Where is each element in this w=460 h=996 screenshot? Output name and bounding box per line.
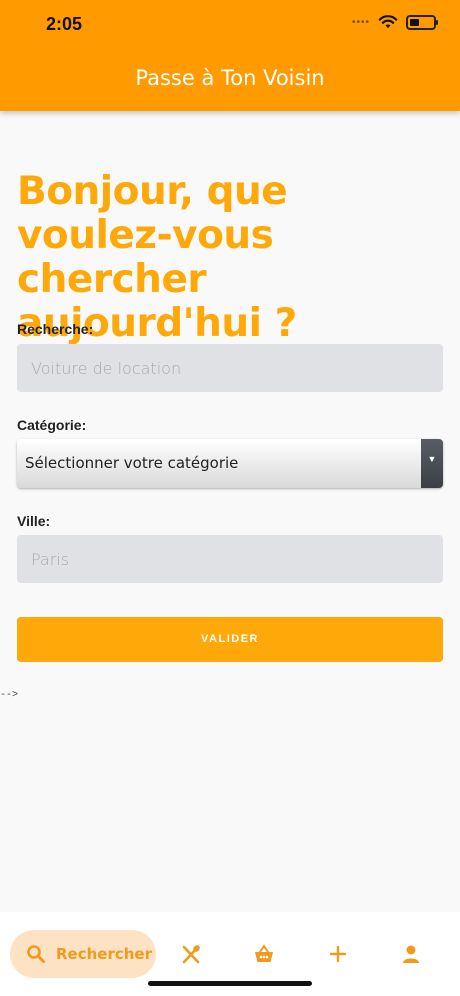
signal-icon: •••• xyxy=(351,16,370,28)
tab-rechercher-label: Rechercher xyxy=(56,945,153,963)
plus-icon xyxy=(329,945,347,963)
status-time: 2:05 xyxy=(46,14,83,34)
tab-add[interactable] xyxy=(314,930,362,978)
basket-icon xyxy=(255,944,273,962)
tab-food[interactable] xyxy=(167,930,215,978)
status-icons: •••• xyxy=(351,14,438,30)
stray-text: --> xyxy=(0,690,19,701)
category-label: Catégorie: xyxy=(17,417,87,433)
utensils-icon xyxy=(182,945,200,964)
battery-icon xyxy=(406,14,438,30)
search-input[interactable] xyxy=(17,344,443,392)
app-header: 2:05 •••• Passe à Ton Voisin xyxy=(0,0,460,111)
tab-basket[interactable] xyxy=(240,930,288,978)
category-select[interactable]: Sélectionner votre catégorie ▼ xyxy=(17,439,443,488)
chevron-down-icon: ▼ xyxy=(421,439,443,488)
search-label: Recherche: xyxy=(17,321,94,337)
category-select-value: Sélectionner votre catégorie xyxy=(25,454,239,472)
tab-rechercher[interactable]: Rechercher xyxy=(10,930,156,978)
search-icon xyxy=(27,945,45,963)
city-label: Ville: xyxy=(17,513,51,529)
page-heading: Bonjour, que voulez-vous chercher aujour… xyxy=(17,169,297,346)
wifi-icon xyxy=(378,15,398,28)
user-icon xyxy=(403,945,419,963)
city-input[interactable] xyxy=(17,535,443,583)
tab-profile[interactable] xyxy=(387,930,435,978)
app-title: Passe à Ton Voisin xyxy=(135,66,325,90)
submit-button[interactable]: VALIDER xyxy=(17,617,443,662)
home-indicator xyxy=(148,981,312,986)
